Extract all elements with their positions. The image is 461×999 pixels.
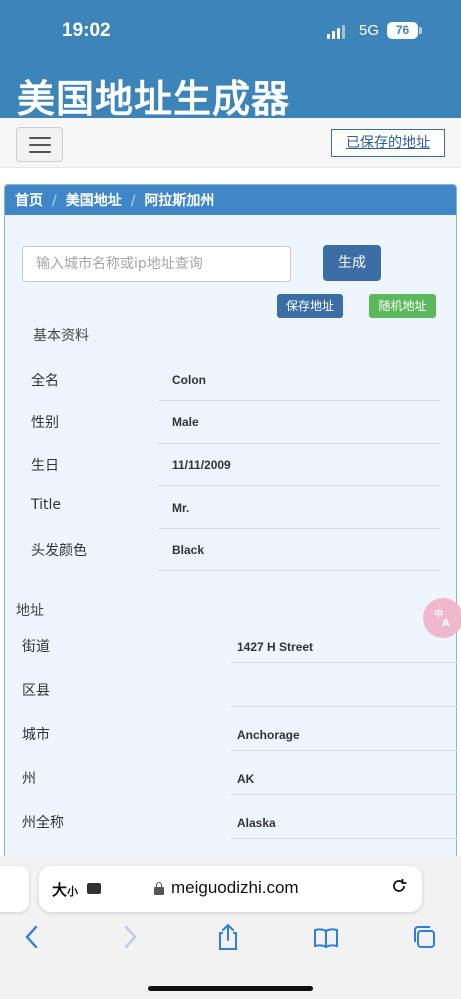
breadcrumb-separator: / <box>52 193 57 209</box>
bookmarks-icon[interactable] <box>312 922 340 952</box>
row-label: 城市 <box>22 727 50 743</box>
navbar: 已保存的地址 <box>0 118 461 168</box>
previous-tab-preview[interactable] <box>0 866 29 912</box>
lock-icon <box>154 882 164 895</box>
home-indicator <box>148 986 313 991</box>
random-address-button[interactable]: 随机地址 <box>369 294 436 318</box>
address-bar[interactable]: 大小 meiguodizhi.com <box>39 866 422 912</box>
breadcrumb-us-address[interactable]: 美国地址 <box>66 193 122 209</box>
state-value: AK <box>237 772 255 786</box>
state-full-value: Alaska <box>237 816 276 830</box>
divider <box>231 662 457 663</box>
content-card: 首页 / 美国地址 / 阿拉斯加州 生成 保存地址 随机地址 基本资料 全名 Colon… <box>4 184 457 884</box>
divider <box>158 400 440 401</box>
battery-icon: 76 <box>387 22 418 39</box>
title-value: Mr. <box>172 501 190 515</box>
save-address-button[interactable]: 保存地址 <box>277 294 343 318</box>
address-heading: 地址 <box>16 603 44 619</box>
generate-button[interactable]: 生成 <box>323 245 381 281</box>
gender-value: Male <box>172 415 199 429</box>
back-icon[interactable] <box>22 922 42 952</box>
text-size-button[interactable]: 大小 <box>52 879 78 900</box>
signal-icon <box>327 25 347 39</box>
breadcrumb: 首页 / 美国地址 / 阿拉斯加州 <box>5 185 456 215</box>
text-size-small: 小 <box>67 885 79 898</box>
network-type: 5G <box>359 22 380 39</box>
menu-button[interactable] <box>16 127 63 162</box>
row-label: 生日 <box>31 458 59 474</box>
breadcrumb-separator: / <box>130 193 136 209</box>
full-name-value: Colon <box>172 373 206 387</box>
row-label: 区县 <box>22 683 50 699</box>
birthday-value: 11/11/2009 <box>172 458 231 472</box>
browser-toolbar: 大小 meiguodizhi.com <box>0 856 461 999</box>
url-text[interactable]: meiguodizhi.com <box>171 878 299 898</box>
text-size-large: 大 <box>52 881 68 899</box>
divider <box>231 794 457 795</box>
divider <box>158 570 440 571</box>
hair-color-value: Black <box>172 543 205 557</box>
status-bar: 19:02 5G 76 <box>0 0 461 62</box>
row-label: 街道 <box>22 639 50 655</box>
breadcrumb-current[interactable]: 阿拉斯加州 <box>144 193 214 209</box>
divider <box>231 706 457 707</box>
row-label: 州全称 <box>22 815 64 831</box>
reload-icon[interactable] <box>389 876 409 901</box>
status-time: 19:02 <box>62 20 111 41</box>
tabs-icon[interactable] <box>410 922 438 952</box>
search-input[interactable] <box>22 246 291 282</box>
translate-icon[interactable]: 中 A <box>423 598 461 638</box>
row-label: Title <box>31 497 62 513</box>
divider <box>158 485 440 486</box>
extension-icon[interactable] <box>87 883 101 894</box>
street-value: 1427 H Street <box>237 640 314 654</box>
app-header: 19:02 5G 76 美国地址生成器 <box>0 0 461 121</box>
row-label: 头发颜色 <box>31 543 87 559</box>
svg-text:A: A <box>442 618 450 629</box>
basic-info-heading: 基本资料 <box>33 328 89 344</box>
app-title: 美国地址生成器 <box>17 77 291 121</box>
divider <box>231 838 457 839</box>
row-label: 全名 <box>31 373 59 389</box>
city-value: Anchorage <box>237 728 300 742</box>
forward-icon[interactable] <box>120 922 140 952</box>
divider <box>231 750 457 751</box>
divider <box>158 443 440 444</box>
row-label: 州 <box>22 771 36 787</box>
saved-addresses-link[interactable]: 已保存的地址 <box>331 129 445 157</box>
breadcrumb-home[interactable]: 首页 <box>15 193 43 209</box>
divider <box>158 528 440 529</box>
share-icon[interactable] <box>215 922 241 952</box>
battery-cap <box>419 27 422 34</box>
row-label: 性别 <box>31 415 59 431</box>
